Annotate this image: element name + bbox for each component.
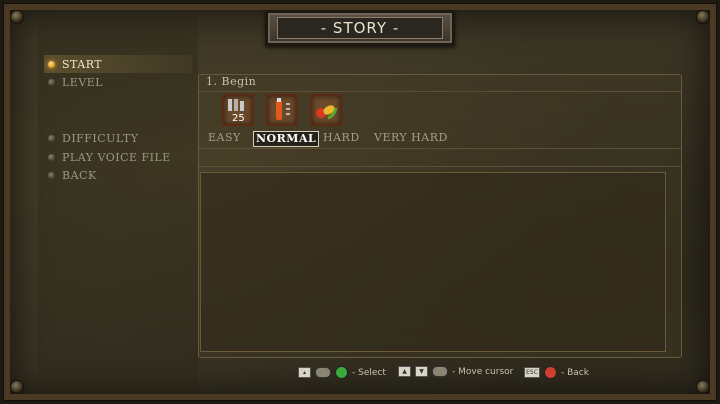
bullet-icon — [48, 171, 55, 179]
menu-item-label: LEVEL — [62, 75, 104, 89]
menu-item-label: START — [62, 57, 103, 71]
description-box — [200, 172, 666, 352]
escape-key-icon: ESC — [524, 367, 540, 378]
menu-item-label: BACK — [62, 168, 97, 182]
row-divider — [198, 91, 682, 92]
page-title: - STORY - — [277, 17, 443, 39]
row-divider — [198, 166, 682, 167]
difficulty-option-hard[interactable]: HARD — [321, 131, 362, 145]
corner-bolt-icon — [10, 10, 24, 24]
corner-bolt-icon — [696, 10, 710, 24]
a-button-icon — [335, 366, 348, 379]
difficulty-option-normal[interactable]: NORMAL — [253, 131, 320, 147]
title-plate: - STORY - — [265, 10, 455, 46]
potion-icon — [266, 94, 298, 126]
difficulty-option-easy[interactable]: EASY — [206, 131, 243, 145]
menu-item-start[interactable]: START — [48, 56, 102, 72]
dpad-icon: ▴ — [298, 367, 311, 378]
bullet-icon — [48, 153, 55, 161]
corner-bolt-icon — [696, 380, 710, 394]
left-stick-icon — [432, 366, 448, 377]
controls-footer: ▴ - Select ▲ ▼ - Move cursor ESC - Back — [198, 360, 682, 388]
back-hint: ESC - Back — [524, 366, 589, 379]
level-value[interactable]: 1. Begin — [206, 75, 256, 88]
row-divider — [198, 148, 682, 149]
ammo-25-icon: 25 — [222, 94, 254, 126]
select-label: - Select — [352, 367, 386, 378]
move-cursor-hint: ▲ ▼ - Move cursor — [398, 366, 513, 377]
b-button-icon — [544, 366, 557, 379]
menu-item-play-voice-file[interactable]: PLAY VOICE FILE — [48, 149, 171, 165]
difficulty-option-very-hard[interactable]: VERY HARD — [372, 131, 450, 145]
move-label: - Move cursor — [452, 366, 514, 377]
bullet-icon — [48, 78, 55, 86]
bullet-icon — [48, 60, 55, 68]
bullet-icon — [48, 134, 55, 142]
arrow-up-key-icon: ▲ — [398, 366, 411, 377]
ammo-count: 25 — [232, 113, 245, 124]
corner-bolt-icon — [10, 380, 24, 394]
stick-icon — [315, 367, 331, 378]
menu-item-level[interactable]: LEVEL — [48, 74, 103, 90]
menu-item-label: PLAY VOICE FILE — [62, 150, 171, 164]
vegetables-icon — [310, 94, 342, 126]
select-hint: ▴ - Select — [298, 366, 386, 379]
arrow-down-key-icon: ▼ — [415, 366, 428, 377]
menu-item-back[interactable]: BACK — [48, 167, 97, 183]
menu-item-label: DIFFICULTY — [62, 131, 139, 145]
menu-item-difficulty[interactable]: DIFFICULTY — [48, 130, 138, 146]
back-label: - Back — [561, 367, 589, 378]
